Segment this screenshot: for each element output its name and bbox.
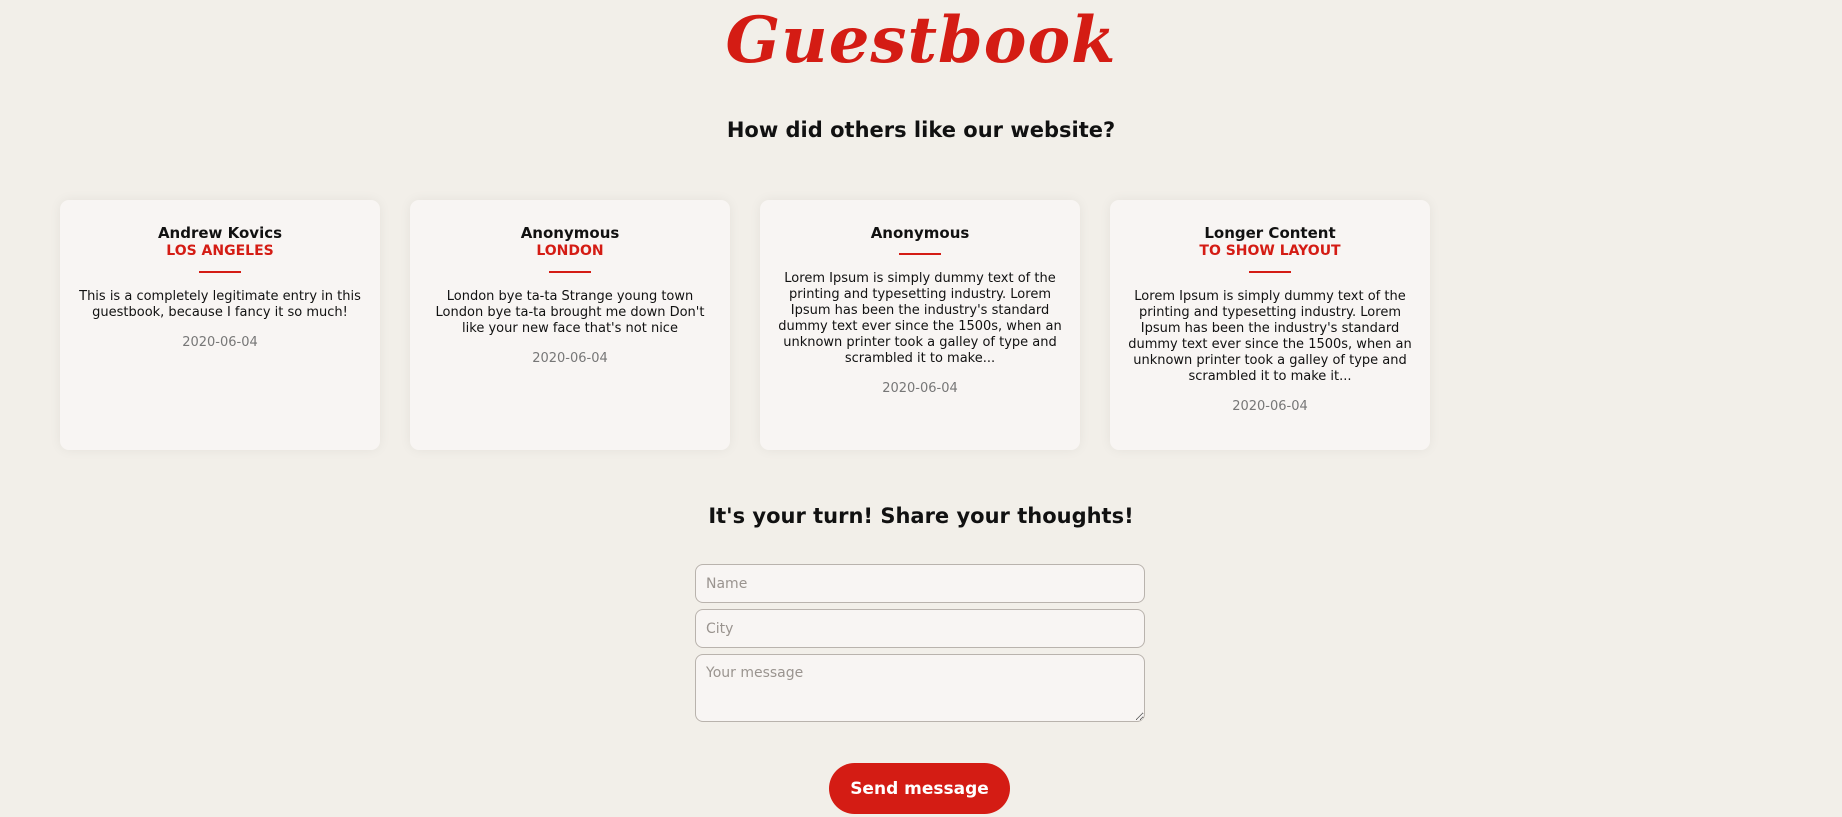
review-author: Andrew Kovics <box>157 224 283 242</box>
review-city: LOS ANGELES <box>166 243 274 259</box>
review-author: Longer Content <box>1204 224 1336 242</box>
review-card: Anonymous Lorem Ipsum is simply dummy te… <box>760 200 1080 450</box>
message-textarea[interactable] <box>695 654 1145 722</box>
review-city: LONDON <box>536 243 604 259</box>
review-card: Andrew Kovics LOS ANGELES This is a comp… <box>60 200 380 450</box>
card-divider <box>899 253 941 255</box>
review-message: London bye ta-ta Strange young town Lond… <box>435 289 705 336</box>
review-date: 2020-06-04 <box>882 381 958 396</box>
reviews-heading: How did others like our website? <box>726 118 1116 142</box>
send-message-button[interactable]: Send message <box>829 763 1010 814</box>
review-author: Anonymous <box>870 224 970 242</box>
form-heading: It's your turn! Share your thoughts! <box>708 504 1134 528</box>
review-card: Anonymous LONDON London bye ta-ta Strang… <box>410 200 730 450</box>
site-title: Guestbook <box>725 3 1117 78</box>
review-card: Longer Content TO SHOW LAYOUT Lorem Ipsu… <box>1110 200 1430 450</box>
review-city: TO SHOW LAYOUT <box>1199 243 1341 259</box>
review-author: Anonymous <box>520 224 620 242</box>
name-input[interactable] <box>695 564 1145 603</box>
city-input[interactable] <box>695 609 1145 648</box>
guestbook-form <box>695 564 1145 728</box>
review-cards: Andrew Kovics LOS ANGELES This is a comp… <box>60 200 1430 450</box>
review-date: 2020-06-04 <box>1232 399 1308 414</box>
card-divider <box>1249 271 1291 273</box>
review-message: This is a completely legitimate entry in… <box>79 289 361 320</box>
review-message: Lorem Ipsum is simply dummy text of the … <box>1128 289 1412 384</box>
review-date: 2020-06-04 <box>532 351 608 366</box>
review-message: Lorem Ipsum is simply dummy text of the … <box>778 271 1062 366</box>
review-date: 2020-06-04 <box>182 335 258 350</box>
guestbook-page: Guestbook How did others like our websit… <box>0 0 1842 817</box>
card-divider <box>199 271 241 273</box>
card-divider <box>549 271 591 273</box>
